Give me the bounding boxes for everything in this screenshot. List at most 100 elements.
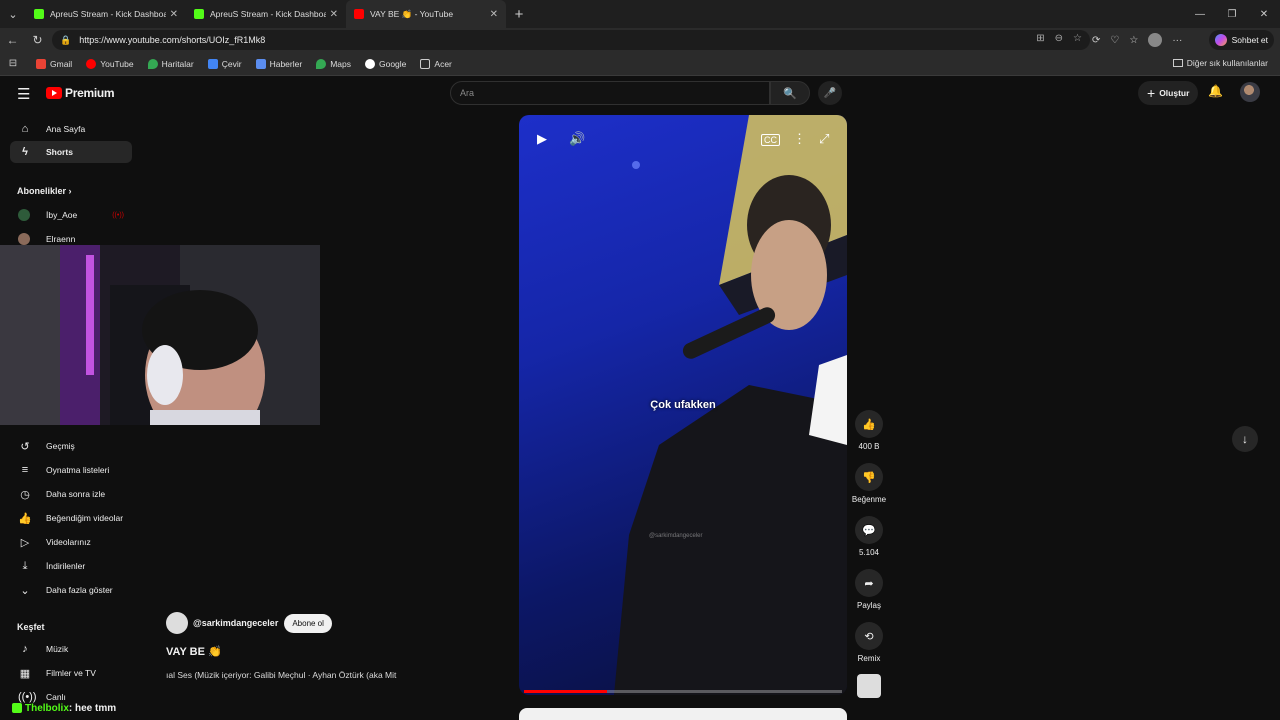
bookmark-label: Gmail bbox=[50, 58, 73, 69]
bookmark-cevir[interactable]: Çevir bbox=[207, 58, 242, 69]
copilot-chat-button[interactable]: Sohbet et bbox=[1208, 30, 1274, 50]
comments-button[interactable]: 💬 5.104 bbox=[848, 516, 890, 557]
other-bookmarks-folder[interactable]: Diğer sık kullanılanlar bbox=[1172, 58, 1268, 68]
close-tab-icon[interactable]: ✕ bbox=[490, 9, 498, 20]
sidebar-item-label: Ana Sayfa bbox=[46, 124, 86, 134]
shorts-icon: ϟ bbox=[22, 146, 28, 158]
youtube-header: ☰ Premium Ara 🔍 🎤 + Oluştur 🔔 bbox=[0, 76, 1280, 110]
video-watermark: @sarkimdangeceler bbox=[649, 533, 703, 539]
url-text: https://www.youtube.com/shorts/UOIz_fR1M… bbox=[79, 35, 266, 45]
extensions-icon[interactable]: ⟳ bbox=[1092, 35, 1100, 46]
url-field[interactable]: 🔒 https://www.youtube.com/shorts/UOIz_fR… bbox=[52, 30, 1090, 50]
fullscreen-icon[interactable]: ⤢ bbox=[819, 131, 829, 147]
close-window-icon[interactable]: ✕ bbox=[1248, 0, 1280, 28]
sidebar-item-music[interactable]: ♪ Müzik bbox=[10, 638, 132, 660]
browser-tab[interactable]: ApreuS Stream - Kick Dashboard ✕ bbox=[186, 0, 346, 28]
map-pin-icon bbox=[316, 58, 327, 69]
browser-essentials-icon[interactable]: ♡ bbox=[1110, 35, 1119, 46]
app-icon[interactable]: ⊞ bbox=[1036, 33, 1044, 44]
browser-tab[interactable]: ApreuS Stream - Kick Dashboard ✕ bbox=[26, 0, 186, 28]
share-icon: ➦ bbox=[855, 569, 883, 597]
create-button[interactable]: + Oluştur bbox=[1138, 81, 1199, 105]
share-button[interactable]: ➦ Paylaş bbox=[848, 569, 890, 610]
music-info[interactable]: ıal Ses (Müzik içeriyor: Galibi Meçhul ·… bbox=[166, 670, 436, 680]
tab-list-dropdown[interactable]: ⌄ bbox=[0, 0, 26, 28]
browser-tools: ⟳ ♡ ☆ ··· bbox=[1092, 30, 1182, 50]
sidebar-item-shorts[interactable]: ϟ Shorts bbox=[10, 141, 132, 163]
close-tab-icon[interactable]: ✕ bbox=[330, 9, 338, 20]
search-button[interactable]: 🔍 bbox=[770, 81, 810, 105]
sound-thumbnail[interactable] bbox=[857, 674, 881, 698]
voice-search-button[interactable]: 🎤 bbox=[818, 81, 842, 105]
window-controls: — ❐ ✕ bbox=[1184, 0, 1280, 28]
video-progress-fill bbox=[524, 690, 607, 693]
bookmark-label: Çevir bbox=[221, 58, 242, 69]
sidebar-item-downloads[interactable]: ⤓ İndirilenler bbox=[10, 555, 132, 577]
bookmark-google[interactable]: Google bbox=[364, 58, 406, 69]
share-label: Paylaş bbox=[856, 601, 881, 610]
youtube-icon bbox=[86, 58, 97, 69]
back-icon[interactable]: ← bbox=[0, 33, 25, 47]
favorite-star-icon[interactable]: ☆ bbox=[1073, 33, 1082, 44]
channel-avatar bbox=[18, 233, 30, 245]
youtube-premium-logo[interactable]: Premium bbox=[46, 86, 115, 100]
subscribe-button[interactable]: Abone ol bbox=[284, 613, 332, 633]
search-icon: 🔍 bbox=[783, 87, 797, 100]
sidebar-item-show-more[interactable]: ⌄ Daha fazla göster bbox=[10, 579, 132, 601]
subscriptions-header[interactable]: Abonelikler › bbox=[17, 186, 72, 196]
favorites-icon[interactable]: ☆ bbox=[1129, 35, 1138, 46]
bookmark-gmail[interactable]: Gmail bbox=[36, 58, 73, 69]
minimize-icon[interactable]: — bbox=[1184, 0, 1216, 28]
channel-avatar[interactable] bbox=[166, 612, 188, 634]
sidebar-item-liked-videos[interactable]: 👍 Beğendiğim videolar bbox=[10, 507, 132, 529]
more-options-icon[interactable]: ··· bbox=[1172, 35, 1182, 46]
new-tab-button[interactable]: + bbox=[506, 6, 532, 23]
play-button[interactable]: ▶ bbox=[537, 131, 547, 147]
video-progress-bar[interactable] bbox=[524, 690, 842, 693]
browser-tab-bar: ⌄ ApreuS Stream - Kick Dashboard ✕ Apreu… bbox=[0, 0, 1280, 28]
sidebar-item-history[interactable]: ↺ Geçmiş bbox=[10, 435, 132, 457]
sidebar-item-playlists[interactable]: ≡ Oynatma listeleri bbox=[10, 459, 132, 481]
restore-icon[interactable]: ❐ bbox=[1216, 0, 1248, 28]
dislike-label: Beğenme bbox=[851, 495, 887, 504]
next-short-button[interactable]: ↓ bbox=[1232, 426, 1258, 452]
bookmark-haritalar[interactable]: Haritalar bbox=[147, 58, 194, 69]
sidebar-item-movies[interactable]: ▦ Filmler ve TV bbox=[10, 662, 132, 684]
tab-actions-icon[interactable]: ⊟ bbox=[0, 58, 26, 69]
profile-icon[interactable] bbox=[1148, 33, 1163, 47]
sidebar-item-label: Videolarınız bbox=[46, 537, 91, 547]
stream-chat-message: Thelbolix: hee tmm bbox=[12, 703, 116, 714]
notifications-bell-icon[interactable]: 🔔 bbox=[1208, 84, 1223, 98]
close-tab-icon[interactable]: ✕ bbox=[170, 9, 178, 20]
subscription-item[interactable]: İby_Aoe ((•)) bbox=[10, 204, 132, 226]
more-vertical-icon[interactable]: ⋮ bbox=[793, 131, 806, 147]
short-video-player[interactable]: ▶ 🔊 CC ⋮ ⤢ Çok ufakken @sarkimdangeceler bbox=[519, 115, 847, 695]
channel-name[interactable]: @sarkimdangeceler bbox=[193, 618, 278, 628]
bookmark-maps[interactable]: Maps bbox=[316, 58, 351, 69]
sidebar-item-label: Daha sonra izle bbox=[46, 489, 106, 499]
dislike-button[interactable]: 👎 Beğenme bbox=[848, 463, 890, 504]
sidebar-item-home[interactable]: ⌂ Ana Sayfa bbox=[10, 118, 132, 140]
captions-icon[interactable]: CC bbox=[761, 134, 780, 146]
account-avatar[interactable] bbox=[1240, 82, 1260, 102]
comment-count: 5.104 bbox=[858, 548, 880, 557]
browser-tab-active[interactable]: VAY BE 👏 - YouTube ✕ bbox=[346, 0, 506, 28]
sidebar-item-watch-later[interactable]: ◷ Daha sonra izle bbox=[10, 483, 132, 505]
bookmark-acer[interactable]: Acer bbox=[420, 58, 452, 69]
like-button[interactable]: 👍 400 B bbox=[848, 410, 890, 451]
reload-icon[interactable]: ↻ bbox=[25, 33, 50, 47]
remix-button[interactable]: ⟲ Remix bbox=[848, 622, 890, 663]
volume-icon[interactable]: 🔊 bbox=[569, 131, 585, 147]
search-input[interactable]: Ara bbox=[450, 81, 770, 105]
youtube-logo-icon bbox=[46, 87, 62, 99]
sidebar-item-label: Müzik bbox=[46, 644, 69, 654]
section-title: Keşfet bbox=[17, 622, 45, 632]
sidebar-item-label: İndirilenler bbox=[46, 561, 86, 571]
lock-icon[interactable]: 🔒 bbox=[60, 35, 71, 46]
clock-icon: ◷ bbox=[20, 488, 30, 501]
bookmark-haberler[interactable]: Haberler bbox=[255, 58, 302, 69]
sidebar-item-your-videos[interactable]: ▷ Videolarınız bbox=[10, 531, 132, 553]
menu-icon[interactable]: ☰ bbox=[17, 85, 30, 103]
zoom-icon[interactable]: ⊖ bbox=[1055, 33, 1063, 44]
bookmark-youtube[interactable]: YouTube bbox=[86, 58, 134, 69]
